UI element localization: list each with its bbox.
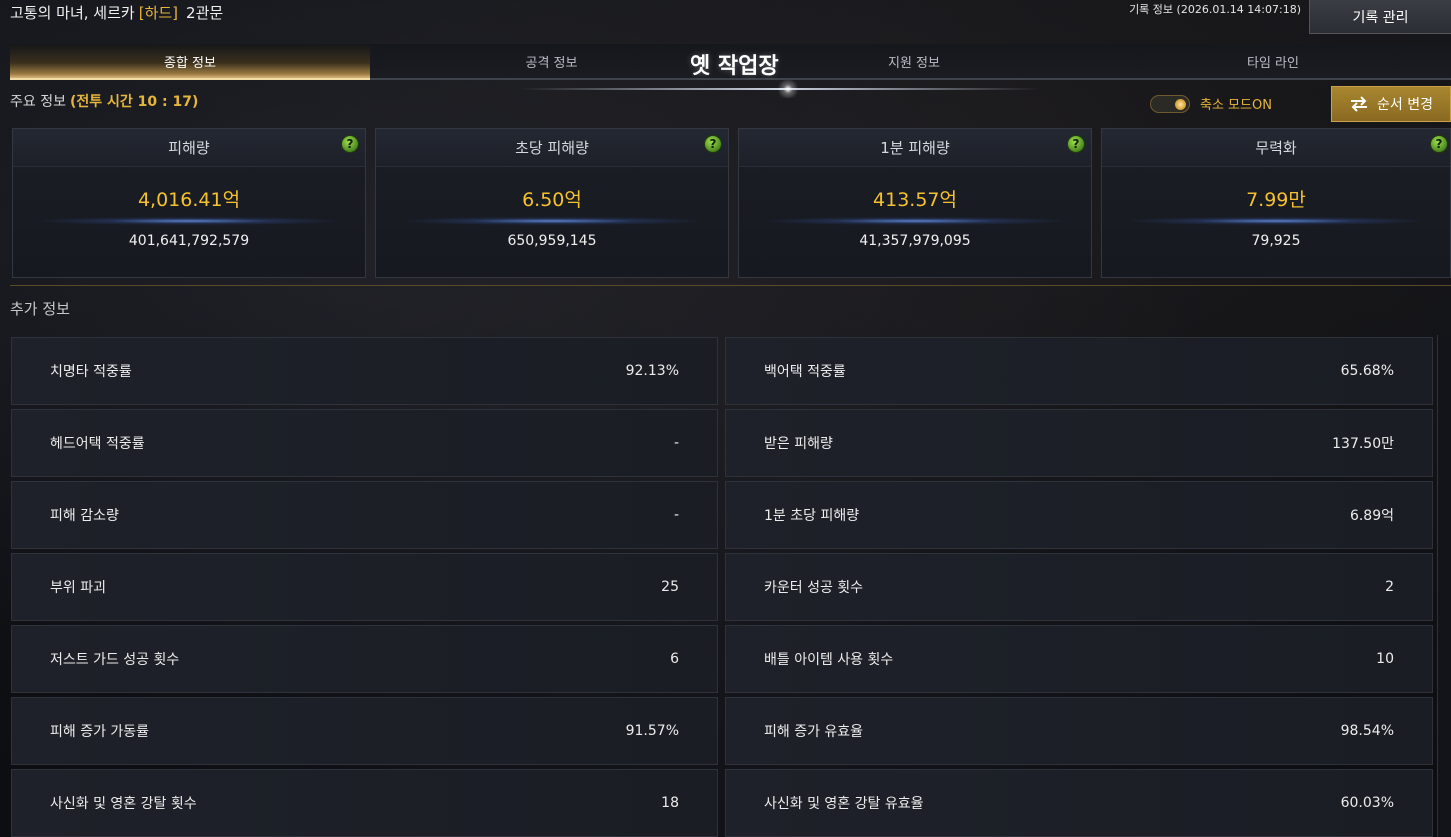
- question-icon[interactable]: ?: [1430, 135, 1448, 153]
- difficulty-label: [하드]: [138, 4, 179, 22]
- stat-card-title: 피해량: [13, 129, 365, 167]
- stat-card-glow: [769, 217, 1061, 225]
- tab-timeline[interactable]: 타임 라인: [1095, 44, 1451, 80]
- extra-row-label: 백어택 적중률: [764, 364, 846, 380]
- stat-card-title: 무력화: [1102, 129, 1450, 167]
- extra-row: 사신화 및 영혼 강탈 유효율 60.03%: [725, 769, 1433, 837]
- stat-card-raw: 41,357,979,095: [859, 233, 971, 249]
- extra-row: 피해 감소량 -: [11, 481, 718, 549]
- extra-row-value: 2: [1385, 579, 1394, 595]
- tab-support[interactable]: 지원 정보: [733, 44, 1095, 80]
- top-bar: 고통의 마녀, 세르카 [하드] 2관문 기록 정보 (2026.01.14 14:…: [0, 0, 1451, 40]
- extra-row-value: 25: [661, 579, 679, 595]
- title-glint: [776, 80, 800, 98]
- extra-row: 피해 증가 가동률 91.57%: [11, 697, 718, 765]
- extra-row-label: 피해 증가 가동률: [50, 724, 150, 740]
- extra-row-label: 저스트 가드 성공 횟수: [50, 652, 180, 668]
- stat-card-dps: 초당 피해량 ? 6.50억 650,959,145: [375, 128, 729, 278]
- extra-row: 배틀 아이템 사용 횟수 10: [725, 625, 1433, 693]
- extra-row-value: 92.13%: [625, 363, 679, 379]
- extra-row-value: 6: [670, 651, 679, 667]
- extra-row: 부위 파괴 25: [11, 553, 718, 621]
- stat-card-raw: 79,925: [1251, 233, 1301, 249]
- compact-mode[interactable]: 축소 모드ON: [1150, 94, 1272, 113]
- extra-row-value: 65.68%: [1340, 363, 1394, 379]
- question-icon[interactable]: ?: [704, 135, 722, 153]
- compact-mode-label: 축소 모드ON: [1200, 98, 1272, 113]
- stat-card-damage: 피해량 ? 4,016.41억 401,641,792,579: [12, 128, 366, 278]
- extra-row-label: 피해 증가 유효율: [764, 724, 864, 740]
- center-title: 옛 작업장: [690, 54, 779, 79]
- stat-card-value: 6.50억: [522, 189, 582, 211]
- question-icon[interactable]: ?: [341, 135, 359, 153]
- gate-label: 2관문: [186, 4, 224, 22]
- extra-row-label: 부위 파괴: [50, 580, 106, 596]
- main-info-heading: 주요 정보 (전투 시간 10 : 17): [10, 91, 198, 111]
- extra-row-value: 18: [661, 795, 679, 811]
- extra-row-label: 사신화 및 영혼 강탈 유효율: [764, 796, 924, 812]
- stat-card-1min-damage: 1분 피해량 ? 413.57억 41,357,979,095: [738, 128, 1092, 278]
- stat-card-glow: [1132, 217, 1420, 225]
- stat-card-value: 413.57억: [873, 189, 957, 211]
- boss-name: 고통의 마녀, 세르카: [10, 4, 135, 22]
- stat-card-title: 1분 피해량: [739, 129, 1091, 167]
- extra-row-label: 헤드어택 적중률: [50, 436, 145, 452]
- extra-row-label: 배틀 아이템 사용 횟수: [764, 652, 894, 668]
- extra-row-value: -: [673, 507, 679, 523]
- extra-row: 받은 피해량 137.50만: [725, 409, 1433, 477]
- order-change-label: 순서 변경: [1377, 97, 1433, 113]
- extra-row: 헤드어택 적중률 -: [11, 409, 718, 477]
- extra-row-label: 카운터 성공 횟수: [764, 580, 864, 596]
- extra-row-label: 사신화 및 영혼 강탈 횟수: [50, 796, 197, 812]
- stat-card-value: 7.99만: [1246, 189, 1306, 211]
- question-icon[interactable]: ?: [1067, 135, 1085, 153]
- compact-mode-toggle[interactable]: [1150, 94, 1190, 113]
- extra-row: 1분 초당 피해량 6.89억: [725, 481, 1433, 549]
- stat-card-raw: 401,641,792,579: [128, 233, 250, 249]
- extra-row-value: 60.03%: [1340, 795, 1394, 811]
- extra-row-value: 10: [1376, 651, 1394, 667]
- extra-info-heading: 추가 정보: [10, 300, 70, 318]
- extra-row: 치명타 적중률 92.13%: [11, 337, 718, 405]
- extra-row: 피해 증가 유효율 98.54%: [725, 697, 1433, 765]
- extra-row-value: 98.54%: [1340, 723, 1394, 739]
- main-info-label: 주요 정보: [10, 94, 66, 110]
- stat-card-raw: 650,959,145: [507, 233, 597, 249]
- stat-card-glow: [406, 217, 698, 225]
- scroll-track[interactable]: [1437, 335, 1451, 837]
- extra-row-value: -: [673, 435, 679, 451]
- toggle-knob: [1175, 98, 1186, 110]
- tab-overview[interactable]: 종합 정보: [10, 44, 370, 80]
- stat-card-title: 초당 피해량: [376, 129, 728, 167]
- extra-row-value: 91.57%: [625, 723, 679, 739]
- extra-row: 사신화 및 영혼 강탈 횟수 18: [11, 769, 718, 837]
- extra-row: 백어택 적중률 65.68%: [725, 337, 1433, 405]
- tab-attack[interactable]: 공격 정보: [370, 44, 733, 80]
- extra-row-value: 6.89억: [1349, 508, 1394, 524]
- extra-row: 저스트 가드 성공 횟수 6: [11, 625, 718, 693]
- extra-row: 카운터 성공 횟수 2: [725, 553, 1433, 621]
- section-divider: [10, 285, 1451, 286]
- swap-arrows-icon: [1351, 96, 1367, 112]
- extra-row-label: 치명타 적중률: [50, 364, 132, 380]
- record-info: 기록 정보 (2026.01.14 14:07:18): [1129, 3, 1301, 16]
- stat-card-stagger: 무력화 ? 7.99만 79,925: [1101, 128, 1451, 278]
- record-manage-button[interactable]: 기록 관리: [1309, 0, 1451, 34]
- extra-row-label: 1분 초당 피해량: [764, 508, 860, 524]
- order-change-button[interactable]: 순서 변경: [1331, 86, 1451, 122]
- battle-time: (전투 시간 10 : 17): [69, 94, 199, 110]
- stat-card-glow: [43, 217, 335, 225]
- extra-row-value: 137.50만: [1332, 436, 1394, 452]
- boss-title: 고통의 마녀, 세르카 [하드] 2관문: [10, 2, 223, 23]
- extra-row-label: 받은 피해량: [764, 436, 833, 452]
- extra-row-label: 피해 감소량: [50, 508, 119, 524]
- stat-card-value: 4,016.41억: [137, 189, 241, 211]
